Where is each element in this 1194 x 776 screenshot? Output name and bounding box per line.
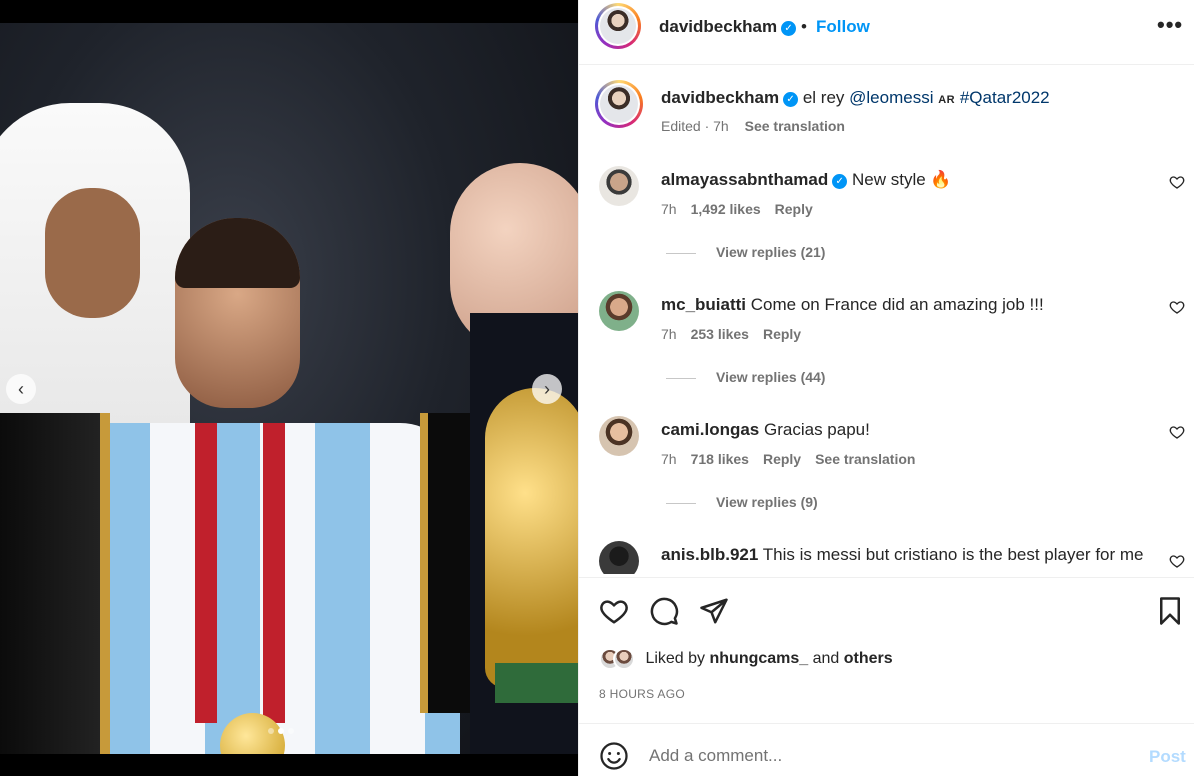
comment-time: 7h	[661, 201, 677, 217]
country-badge: AR	[938, 94, 956, 106]
photo-medal-ribbon	[195, 423, 285, 723]
commenter-username[interactable]: mc_buiatti	[661, 295, 746, 314]
reply-button[interactable]: Reply	[763, 326, 801, 342]
caption-edited-time: Edited · 7h	[661, 118, 729, 134]
comment-item: cami.longas Gracias papu! 7h 718 likes Rep…	[579, 416, 1194, 536]
comment-meta: 7h 1,492 likes Reply	[661, 201, 827, 217]
heart-icon[interactable]	[599, 596, 629, 626]
comment-item: mc_buiatti Come on France did an amazing…	[579, 291, 1194, 411]
post-media: ‹ ›	[0, 0, 578, 776]
verified-icon: ✓	[832, 174, 848, 189]
carousel-next-button[interactable]: ›	[532, 374, 562, 404]
reply-button[interactable]: Reply	[775, 201, 813, 217]
comment-heart-icon[interactable]	[1169, 299, 1185, 315]
carousel-dot-active	[278, 728, 284, 734]
carousel-dot	[288, 728, 294, 734]
liked-by-and: and	[808, 650, 844, 667]
comment-time: 7h	[661, 326, 677, 342]
author-username[interactable]: davidbeckham ✓	[659, 17, 797, 37]
post-photo[interactable]	[0, 23, 578, 754]
caption: davidbeckham ✓ el rey @leomessi AR #Qatar…	[661, 88, 1050, 108]
comment-item: anis.blb.921 This is messi but cristiano…	[579, 541, 1194, 574]
comment-text: anis.blb.921 This is messi but cristiano…	[661, 545, 1144, 565]
comments-list[interactable]: davidbeckham ✓ el rey @leomessi AR #Qatar…	[579, 66, 1194, 574]
carousel-dots	[268, 728, 294, 734]
commenter-username[interactable]: cami.longas	[661, 420, 759, 439]
liked-by-user[interactable]: nhungcams_	[710, 650, 809, 667]
emoji-icon[interactable]	[599, 741, 629, 771]
add-comment-input[interactable]	[649, 746, 1099, 766]
comment-item: almayassabnthamad ✓ New style 🔥 7h 1,492 l…	[579, 166, 1194, 286]
photo-cloak-right	[420, 413, 470, 713]
header-separator: •	[801, 17, 807, 36]
liked-by-prefix: Liked by	[645, 650, 710, 667]
author-avatar[interactable]	[595, 3, 641, 49]
post-timestamp[interactable]: 8 HOURS AGO	[599, 687, 685, 701]
comment-text: almayassabnthamad ✓ New style 🔥	[661, 170, 952, 190]
comment-see-translation[interactable]: See translation	[815, 451, 915, 467]
commenter-avatar[interactable]	[599, 291, 639, 331]
follow-button[interactable]: Follow	[816, 17, 870, 37]
commenter-username[interactable]: almayassabnthamad	[661, 170, 828, 189]
photo-trophy	[485, 388, 578, 688]
carousel-prev-button[interactable]: ‹	[6, 374, 36, 404]
bookmark-icon[interactable]	[1155, 596, 1185, 626]
comment-likes[interactable]: 718 likes	[691, 451, 749, 467]
view-replies-button[interactable]: View replies (9)	[666, 494, 818, 510]
comment-body: Gracias papu!	[764, 420, 870, 439]
post-actions	[579, 577, 1194, 647]
caption-hashtag[interactable]: #Qatar2022	[960, 88, 1050, 107]
post-comment-button[interactable]: Post	[1149, 747, 1186, 767]
comment-heart-icon[interactable]	[1169, 424, 1185, 440]
verified-icon: ✓	[781, 21, 797, 36]
reply-button[interactable]: Reply	[763, 451, 801, 467]
comment-heart-icon[interactable]	[1169, 553, 1185, 569]
liker-avatar	[613, 648, 635, 670]
caption-author-avatar[interactable]	[595, 80, 643, 128]
post-header: davidbeckham ✓ • Follow •••	[579, 0, 1194, 65]
commenter-username[interactable]: anis.blb.921	[661, 545, 758, 564]
share-icon[interactable]	[699, 596, 729, 626]
caption-mention[interactable]: @leomessi	[849, 88, 933, 107]
view-replies-button[interactable]: View replies (21)	[666, 244, 825, 260]
caption-see-translation[interactable]: See translation	[745, 118, 845, 134]
comment-meta: 7h 718 likes Reply See translation	[661, 451, 929, 467]
caption-username[interactable]: davidbeckham	[661, 88, 779, 107]
commenter-avatar[interactable]	[599, 166, 639, 206]
comment-body: New style 🔥	[851, 170, 952, 189]
caption-meta: Edited · 7h See translation	[661, 118, 845, 134]
more-icon[interactable]: •••	[1157, 12, 1183, 38]
liked-by-others[interactable]: others	[844, 650, 893, 667]
comment-likes[interactable]: 253 likes	[691, 326, 749, 342]
add-comment-bar: Post	[579, 723, 1194, 776]
comment-body: Come on France did an amazing job !!!	[750, 295, 1044, 314]
caption-text: el rey	[802, 88, 850, 107]
comment-body: This is messi but cristiano is the best …	[762, 545, 1144, 564]
photo-cloak-left	[0, 413, 110, 754]
carousel-dot	[268, 728, 274, 734]
commenter-avatar[interactable]	[599, 416, 639, 456]
view-replies-button[interactable]: View replies (44)	[666, 369, 825, 385]
instagram-post-modal: ‹ › davidbeckham ✓ • Follow ••• davidbeck…	[0, 0, 1194, 776]
post-side-panel: davidbeckham ✓ • Follow ••• davidbeckham ✓…	[578, 0, 1194, 776]
comment-text: mc_buiatti Come on France did an amazing…	[661, 295, 1044, 315]
verified-icon: ✓	[783, 92, 799, 107]
commenter-avatar[interactable]	[599, 541, 639, 574]
comment-time: 7h	[661, 451, 677, 467]
photo-player-hair	[175, 218, 300, 288]
comment-meta: 7h 253 likes Reply	[661, 326, 815, 342]
liked-by[interactable]: Liked by nhungcams_ and others	[599, 648, 893, 670]
comment-text: cami.longas Gracias papu!	[661, 420, 870, 440]
comment-likes[interactable]: 1,492 likes	[691, 201, 761, 217]
comment-icon[interactable]	[649, 596, 679, 626]
comment-heart-icon[interactable]	[1169, 174, 1185, 190]
photo-trophy-base	[495, 663, 578, 703]
photo-face-left	[45, 188, 140, 318]
